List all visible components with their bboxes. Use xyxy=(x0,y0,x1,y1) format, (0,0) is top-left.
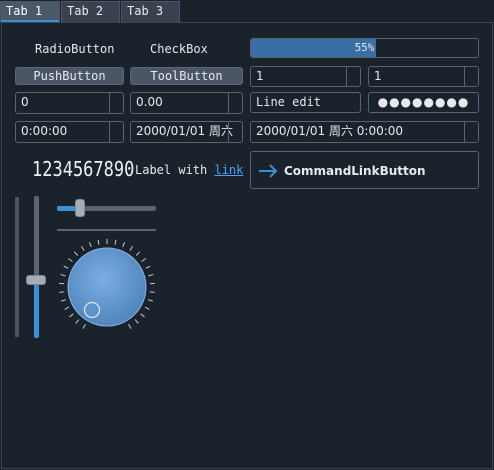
spinbox-b-value: 1 xyxy=(374,69,382,83)
dial-tick xyxy=(59,291,65,293)
horizontal-line xyxy=(57,229,156,231)
dial-tick xyxy=(82,323,86,329)
v-slider-handle[interactable] xyxy=(26,275,46,285)
dial-tick xyxy=(68,258,73,262)
password-dots: ●●●●●●●● xyxy=(377,95,470,109)
time-edit-value: 0:00:00 xyxy=(21,124,68,138)
double-spinbox-value: 0.00 xyxy=(136,95,163,109)
dial-tick xyxy=(69,313,74,318)
vertical-slider[interactable] xyxy=(26,196,46,338)
time-edit[interactable]: 0:00:00 xyxy=(15,121,124,143)
spinbox-b[interactable]: 1 xyxy=(368,66,479,87)
horizontal-slider[interactable] xyxy=(57,198,157,220)
int-spinbox-value: 0 xyxy=(21,95,29,109)
dial-tick xyxy=(73,251,79,256)
line-edit[interactable]: Line edit xyxy=(250,92,361,113)
dial-tick xyxy=(60,274,66,277)
tab-bar: Tab 1 Tab 2 Tab 3 xyxy=(0,0,494,23)
tab-2[interactable]: Tab 2 xyxy=(61,1,120,22)
spinbox-a[interactable]: 1 xyxy=(250,66,361,87)
date-edit-arrows[interactable] xyxy=(228,122,229,142)
dial-tick xyxy=(88,242,92,248)
dial-tick xyxy=(135,251,141,256)
dial-tick xyxy=(64,306,70,310)
dial-tick xyxy=(63,265,69,269)
tab-3[interactable]: Tab 3 xyxy=(121,1,180,22)
label-link[interactable]: link xyxy=(214,163,243,177)
tab-3-label: Tab 3 xyxy=(127,4,164,18)
int-spinbox-arrows[interactable] xyxy=(109,93,110,113)
vertical-scrollbar[interactable] xyxy=(15,197,19,337)
dial-tick xyxy=(134,319,139,324)
date-edit[interactable]: 2000/01/01 周六 xyxy=(130,121,243,143)
dial[interactable] xyxy=(55,234,159,338)
password-field[interactable]: ●●●●●●●● xyxy=(368,92,479,113)
push-button[interactable]: PushButton xyxy=(15,67,124,85)
tab-1-label: Tab 1 xyxy=(6,4,43,18)
progress-text: 55% xyxy=(354,41,375,54)
progress-bar: 55% xyxy=(250,38,479,58)
dial-tick xyxy=(129,246,133,251)
tab-1[interactable]: Tab 1 xyxy=(0,1,60,23)
dial-tick xyxy=(97,239,100,245)
checkbox[interactable]: CheckBox xyxy=(150,42,208,56)
datetime-edit-arrows[interactable] xyxy=(464,122,465,142)
arrow-right-icon xyxy=(259,164,278,178)
dial-tick xyxy=(141,258,146,262)
dial-indicator xyxy=(83,301,101,319)
dial-tick xyxy=(149,291,155,293)
dial-tick xyxy=(147,299,154,302)
tab-2-label: Tab 2 xyxy=(67,4,104,18)
int-spinbox[interactable]: 0 xyxy=(15,92,124,114)
link-label: Label with link xyxy=(135,163,243,177)
dial-tick xyxy=(145,265,151,269)
dial-tick xyxy=(122,242,126,248)
double-spinbox-arrows[interactable] xyxy=(228,93,229,113)
dial-tick xyxy=(140,313,145,318)
command-link-button[interactable]: CommandLinkButton xyxy=(250,151,479,189)
spinbox-a-arrows[interactable] xyxy=(346,67,347,86)
dial-tick xyxy=(148,274,154,277)
radio-button[interactable]: RadioButton xyxy=(35,42,114,56)
dial-tick xyxy=(128,323,132,329)
line-edit-value: Line edit xyxy=(256,95,322,109)
dial-tick xyxy=(81,246,85,251)
h-slider-handle[interactable] xyxy=(75,199,85,217)
dial-knob[interactable] xyxy=(67,247,147,327)
dial-tick xyxy=(114,239,117,245)
spinbox-b-arrows[interactable] xyxy=(464,67,465,86)
time-edit-arrows[interactable] xyxy=(109,122,110,142)
v-slider-fill xyxy=(34,279,39,338)
tool-button[interactable]: ToolButton xyxy=(130,67,243,85)
datetime-edit-value: 2000/01/01 周六 0:00:00 xyxy=(256,124,404,138)
date-edit-value: 2000/01/01 周六 xyxy=(136,124,233,138)
datetime-edit[interactable]: 2000/01/01 周六 0:00:00 xyxy=(250,121,479,143)
dial-tick xyxy=(144,306,150,310)
link-label-text: Label with xyxy=(135,163,215,177)
dial-tick xyxy=(75,319,80,324)
double-spinbox[interactable]: 0.00 xyxy=(130,92,243,114)
spinbox-a-value: 1 xyxy=(256,69,264,83)
dial-tick xyxy=(60,299,67,302)
command-link-label: CommandLinkButton xyxy=(284,164,426,178)
lcd-number: 1234567890 xyxy=(32,157,135,181)
